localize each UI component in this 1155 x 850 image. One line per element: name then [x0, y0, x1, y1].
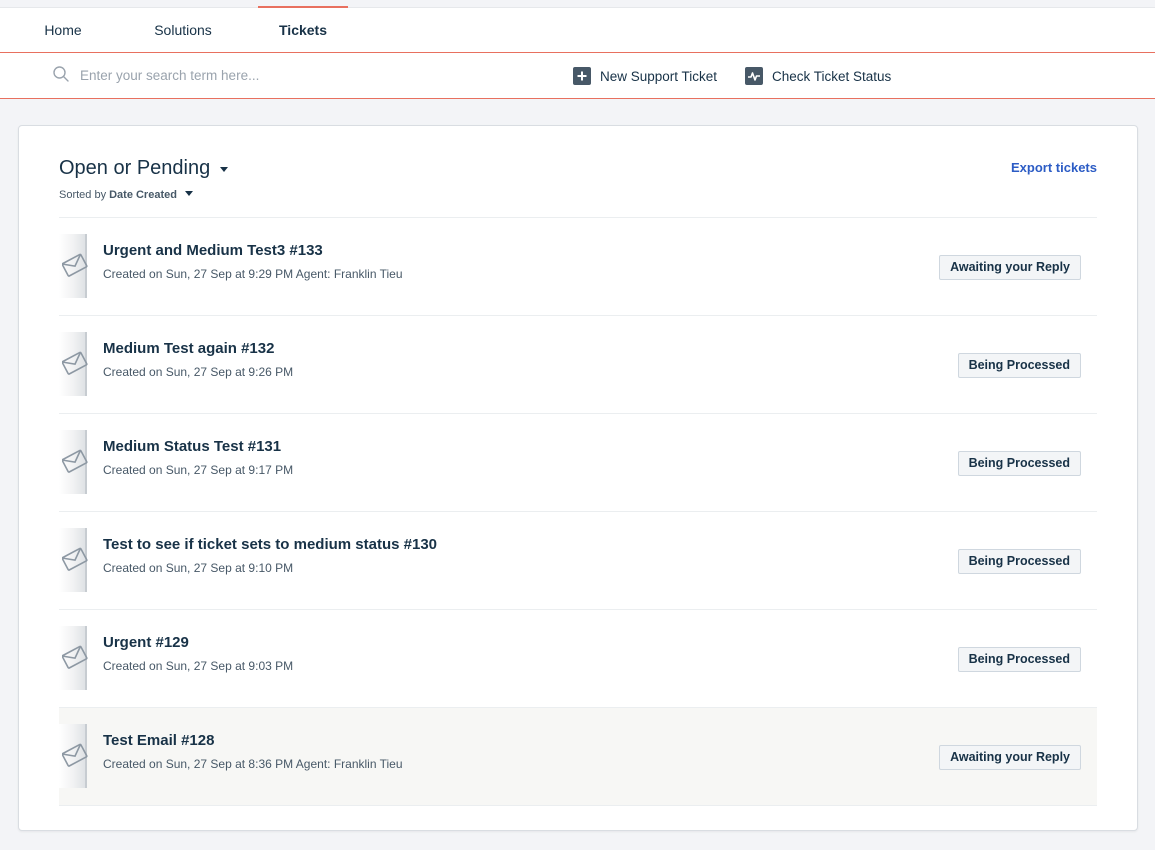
ticket-meta: Created on Sun, 27 Sep at 9:26 PM — [103, 365, 294, 379]
top-nav: Home Solutions Tickets — [0, 6, 1155, 53]
search-input[interactable] — [80, 63, 500, 87]
ticket-meta: Created on Sun, 27 Sep at 9:17 PM — [103, 463, 294, 477]
tab-solutions[interactable]: Solutions — [138, 8, 228, 53]
envelope-icon — [59, 430, 88, 494]
envelope-icon — [59, 724, 88, 788]
new-support-ticket-button[interactable]: New Support Ticket — [573, 65, 717, 87]
check-ticket-status-button[interactable]: Check Ticket Status — [745, 65, 891, 87]
ticket-meta: Created on Sun, 27 Sep at 9:03 PM — [103, 659, 294, 673]
caret-down-icon — [220, 167, 229, 172]
status-badge: Being Processed — [957, 451, 1081, 476]
ticket-subject[interactable]: Medium Test again #132 — [103, 340, 274, 357]
ticket-subject[interactable]: Medium Status Test #131 — [103, 438, 281, 455]
filter-title: Open or Pending — [59, 157, 211, 179]
tab-home[interactable]: Home — [28, 8, 98, 53]
ticket-subject[interactable]: Urgent and Medium Test3 #133 — [103, 242, 323, 259]
ticket-meta: Created on Sun, 27 Sep at 8:36 PM Agent:… — [103, 757, 403, 771]
sort-caret-down-icon[interactable] — [184, 191, 193, 196]
plus-square-icon — [573, 67, 591, 85]
envelope-icon — [59, 626, 88, 690]
ticket-subject[interactable]: Test Email #128 — [103, 732, 214, 749]
envelope-icon — [59, 528, 88, 592]
ticket-subject[interactable]: Test to see if ticket sets to medium sta… — [103, 536, 437, 553]
envelope-icon — [59, 234, 88, 298]
status-badge: Being Processed — [957, 647, 1081, 672]
filter-dropdown[interactable]: Open or Pending — [59, 157, 229, 180]
tab-tickets[interactable]: Tickets — [258, 6, 348, 53]
ticket-row[interactable]: Urgent #129 Created on Sun, 27 Sep at 9:… — [59, 610, 1097, 708]
ticket-meta: Created on Sun, 27 Sep at 9:29 PM Agent:… — [103, 267, 403, 281]
sort-label: Sorted by — [59, 189, 107, 201]
status-badge: Awaiting your Reply — [939, 745, 1081, 770]
check-ticket-status-label: Check Ticket Status — [772, 68, 892, 84]
envelope-icon — [59, 332, 88, 396]
ticket-row[interactable]: Medium Status Test #131 Created on Sun, … — [59, 414, 1097, 512]
pulse-chart-icon — [745, 67, 763, 85]
ticket-meta: Created on Sun, 27 Sep at 9:10 PM — [103, 561, 294, 575]
status-badge: Being Processed — [957, 353, 1081, 378]
sort-value[interactable]: Date Created — [109, 189, 177, 201]
status-badge: Being Processed — [957, 549, 1081, 574]
status-badge: Awaiting your Reply — [939, 255, 1081, 280]
ticket-row[interactable]: Medium Test again #132 Created on Sun, 2… — [59, 316, 1097, 414]
ticket-subject[interactable]: Urgent #129 — [103, 634, 189, 651]
top-strip — [0, 0, 1155, 7]
export-tickets-link[interactable]: Export tickets — [1011, 160, 1097, 175]
search-bar: New Support Ticket Check Ticket Status — [0, 53, 1155, 99]
ticket-row[interactable]: Test Email #128 Created on Sun, 27 Sep a… — [59, 708, 1097, 806]
sort-control: Sorted by Date Created — [59, 189, 193, 201]
ticket-list: Urgent and Medium Test3 #133 Created on … — [59, 218, 1097, 806]
ticket-row[interactable]: Test to see if ticket sets to medium sta… — [59, 512, 1097, 610]
new-support-ticket-label: New Support Ticket — [600, 68, 718, 84]
tickets-card: Open or Pending Sorted by Date Created E… — [18, 125, 1138, 831]
ticket-row[interactable]: Urgent and Medium Test3 #133 Created on … — [59, 218, 1097, 316]
search-icon — [52, 65, 70, 83]
